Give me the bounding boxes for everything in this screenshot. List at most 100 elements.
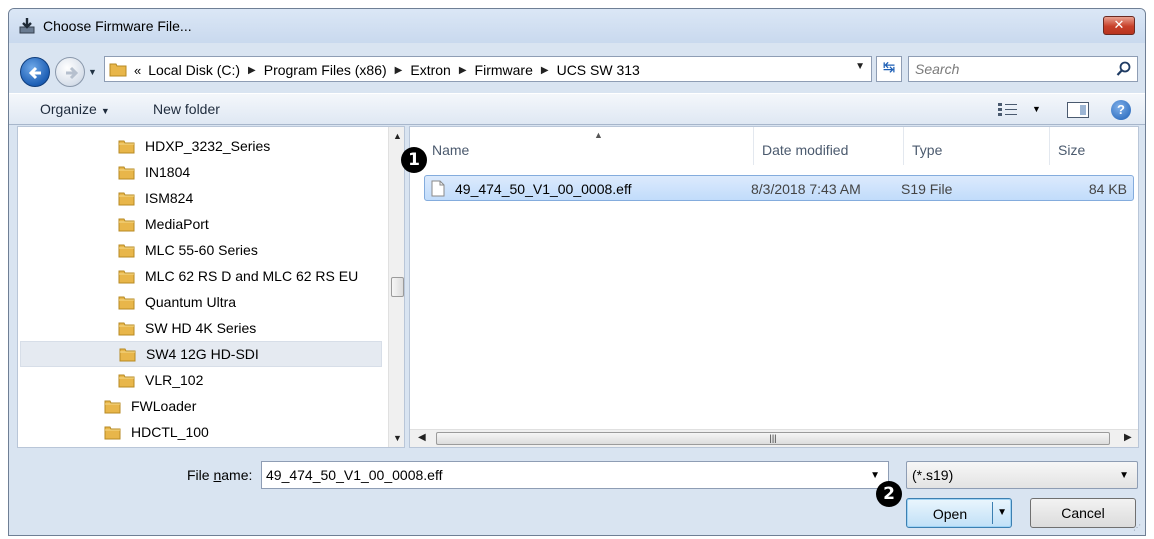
refresh-icon: ↹ bbox=[882, 59, 896, 76]
file-size: 84 KB bbox=[1088, 181, 1127, 197]
window-title: Choose Firmware File... bbox=[43, 18, 192, 34]
callout-marker-1: 1 bbox=[401, 147, 427, 173]
folder-icon bbox=[109, 63, 127, 77]
folder-tree-item[interactable]: HDCTL_100 bbox=[104, 419, 209, 445]
column-header-name[interactable]: ▲ Name bbox=[424, 127, 754, 165]
breadcrumb-item[interactable]: Firmware bbox=[475, 62, 533, 78]
folder-icon bbox=[119, 348, 136, 361]
file-date: 8/3/2018 7:43 AM bbox=[751, 181, 861, 197]
address-row: ▼ « Local Disk (C:) ▶ Program Files (x86)… bbox=[9, 43, 1145, 93]
folder-tree-item[interactable]: MLC 55-60 Series bbox=[118, 237, 258, 263]
file-name-input[interactable] bbox=[266, 466, 846, 484]
file-name-dropdown-icon[interactable]: ▼ bbox=[870, 470, 880, 481]
folder-tree-label: MediaPort bbox=[145, 216, 209, 232]
file-type-filter[interactable]: (*.s19) ▼ bbox=[906, 461, 1138, 489]
document-icon bbox=[431, 180, 445, 197]
folder-tree-item[interactable]: SW HD 4K Series bbox=[118, 315, 256, 341]
folder-icon bbox=[118, 218, 135, 231]
breadcrumb-item[interactable]: Program Files (x86) bbox=[264, 62, 387, 78]
horizontal-scrollbar[interactable]: ◀ ||| ▶ bbox=[410, 429, 1138, 447]
navigation-pane[interactable]: HDXP_3232_Series IN1804 ISM824 MediaPort MLC… bbox=[17, 126, 405, 448]
title-bar[interactable]: Choose Firmware File... ✕ bbox=[9, 9, 1145, 43]
history-dropdown-icon[interactable]: ▼ bbox=[88, 67, 100, 77]
folder-tree-item[interactable]: VLR_102 bbox=[118, 367, 203, 393]
folder-tree-item[interactable]: SW4 12G HD-SDI bbox=[20, 341, 382, 367]
refresh-button[interactable]: ↹ bbox=[876, 56, 902, 82]
file-dialog: Choose Firmware File... ✕ ▼ « Local Disk… bbox=[8, 8, 1146, 536]
firmware-app-icon bbox=[19, 18, 35, 34]
file-name-combobox[interactable]: ▼ bbox=[261, 461, 889, 489]
forward-button[interactable] bbox=[55, 57, 85, 87]
split-divider bbox=[992, 502, 993, 524]
folder-tree-label: HDXP_3232_Series bbox=[145, 138, 271, 154]
breadcrumb-separator-icon[interactable]: ▶ bbox=[459, 65, 467, 76]
view-dropdown-icon[interactable]: ▼ bbox=[1032, 104, 1041, 114]
close-icon: ✕ bbox=[1113, 17, 1125, 32]
folder-tree-item[interactable]: HDXP_3232_Series bbox=[118, 133, 270, 159]
back-button[interactable] bbox=[20, 57, 50, 87]
preview-pane-icon[interactable] bbox=[1067, 102, 1089, 118]
folder-tree-item[interactable]: MediaPort bbox=[118, 211, 209, 237]
file-row-selected[interactable]: 49_474_50_V1_00_0008.eff 8/3/2018 7:43 A… bbox=[424, 175, 1134, 201]
scroll-right-icon[interactable]: ▶ bbox=[1124, 432, 1132, 443]
breadcrumb: « Local Disk (C:) ▶ Program Files (x86) ▶ … bbox=[131, 60, 640, 80]
address-bar[interactable]: « Local Disk (C:) ▶ Program Files (x86) ▶ … bbox=[104, 56, 872, 82]
column-header-size[interactable]: Size bbox=[1050, 127, 1138, 165]
chevron-down-icon: ▼ bbox=[1119, 470, 1129, 481]
file-type: S19 File bbox=[901, 181, 953, 197]
scroll-up-icon[interactable]: ▲ bbox=[393, 131, 402, 141]
folder-icon bbox=[118, 374, 135, 387]
address-dropdown-icon[interactable]: ▼ bbox=[855, 61, 865, 72]
sort-ascending-icon: ▲ bbox=[594, 130, 603, 140]
new-folder-button[interactable]: New folder bbox=[153, 101, 220, 117]
folder-tree-item[interactable]: ISM824 bbox=[118, 185, 193, 211]
organize-label: Organize bbox=[40, 101, 97, 117]
folder-tree-item[interactable]: IN1804 bbox=[118, 159, 190, 185]
folder-tree-item[interactable]: FWLoader bbox=[104, 393, 196, 419]
breadcrumb-separator-icon[interactable]: ▶ bbox=[248, 65, 256, 76]
column-header-type[interactable]: Type bbox=[904, 127, 1050, 165]
view-options-icon[interactable] bbox=[997, 101, 1019, 119]
cancel-button[interactable]: Cancel bbox=[1030, 498, 1136, 528]
nav-scrollbar[interactable]: ▲ ▼ bbox=[388, 127, 404, 447]
open-dropdown-icon[interactable]: ▼ bbox=[997, 507, 1007, 518]
resize-grip-icon[interactable]: ⋰ bbox=[1133, 523, 1141, 532]
search-box[interactable] bbox=[908, 56, 1138, 82]
folder-icon bbox=[118, 166, 135, 179]
horizontal-scroll-thumb[interactable]: ||| bbox=[436, 432, 1110, 445]
folder-tree-label: VLR_102 bbox=[145, 372, 204, 388]
back-arrow-icon bbox=[28, 66, 41, 80]
command-toolbar: Organize ▼ New folder ▼ ? bbox=[9, 93, 1145, 125]
close-button[interactable]: ✕ bbox=[1103, 16, 1135, 35]
folder-icon bbox=[104, 400, 121, 413]
scroll-left-icon[interactable]: ◀ bbox=[418, 432, 426, 443]
organize-button[interactable]: Organize ▼ bbox=[40, 101, 110, 117]
nav-scroll-thumb[interactable] bbox=[391, 277, 404, 297]
folder-tree-label: SW HD 4K Series bbox=[145, 320, 257, 336]
file-list-pane[interactable]: ▲ Name Date modified Type Size 49_474_50… bbox=[409, 126, 1139, 448]
file-name: 49_474_50_V1_00_0008.eff bbox=[455, 181, 632, 197]
breadcrumb-separator-icon[interactable]: ▶ bbox=[541, 65, 549, 76]
folder-tree-label: MLC 62 RS D and MLC 62 RS EU bbox=[145, 268, 359, 284]
open-button[interactable]: Open ▼ bbox=[906, 498, 1012, 528]
forward-arrow-icon bbox=[66, 66, 79, 80]
file-name-label-text: ame: bbox=[221, 467, 253, 483]
folder-icon bbox=[118, 270, 135, 283]
breadcrumb-item[interactable]: Local Disk (C:) bbox=[148, 62, 240, 78]
folder-tree-label: IN1804 bbox=[145, 164, 191, 180]
help-icon[interactable]: ? bbox=[1111, 100, 1131, 120]
folder-tree-label: ISM824 bbox=[145, 190, 194, 206]
breadcrumb-separator-icon[interactable]: ▶ bbox=[395, 65, 403, 76]
breadcrumb-item[interactable]: Extron bbox=[410, 62, 450, 78]
column-header-date[interactable]: Date modified bbox=[754, 127, 904, 165]
breadcrumb-item[interactable]: UCS SW 313 bbox=[557, 62, 640, 78]
search-icon[interactable] bbox=[1116, 61, 1132, 77]
folder-icon bbox=[118, 244, 135, 257]
folder-tree-item[interactable]: MLC 62 RS D and MLC 62 RS EU bbox=[118, 263, 358, 289]
folder-tree-item[interactable]: Quantum Ultra bbox=[118, 289, 236, 315]
scroll-down-icon[interactable]: ▼ bbox=[393, 433, 402, 443]
callout-marker-2: 2 bbox=[876, 481, 902, 507]
search-input[interactable] bbox=[915, 60, 1095, 78]
folder-tree-label: MLC 55-60 Series bbox=[145, 242, 258, 258]
breadcrumb-overflow[interactable]: « bbox=[134, 63, 141, 78]
